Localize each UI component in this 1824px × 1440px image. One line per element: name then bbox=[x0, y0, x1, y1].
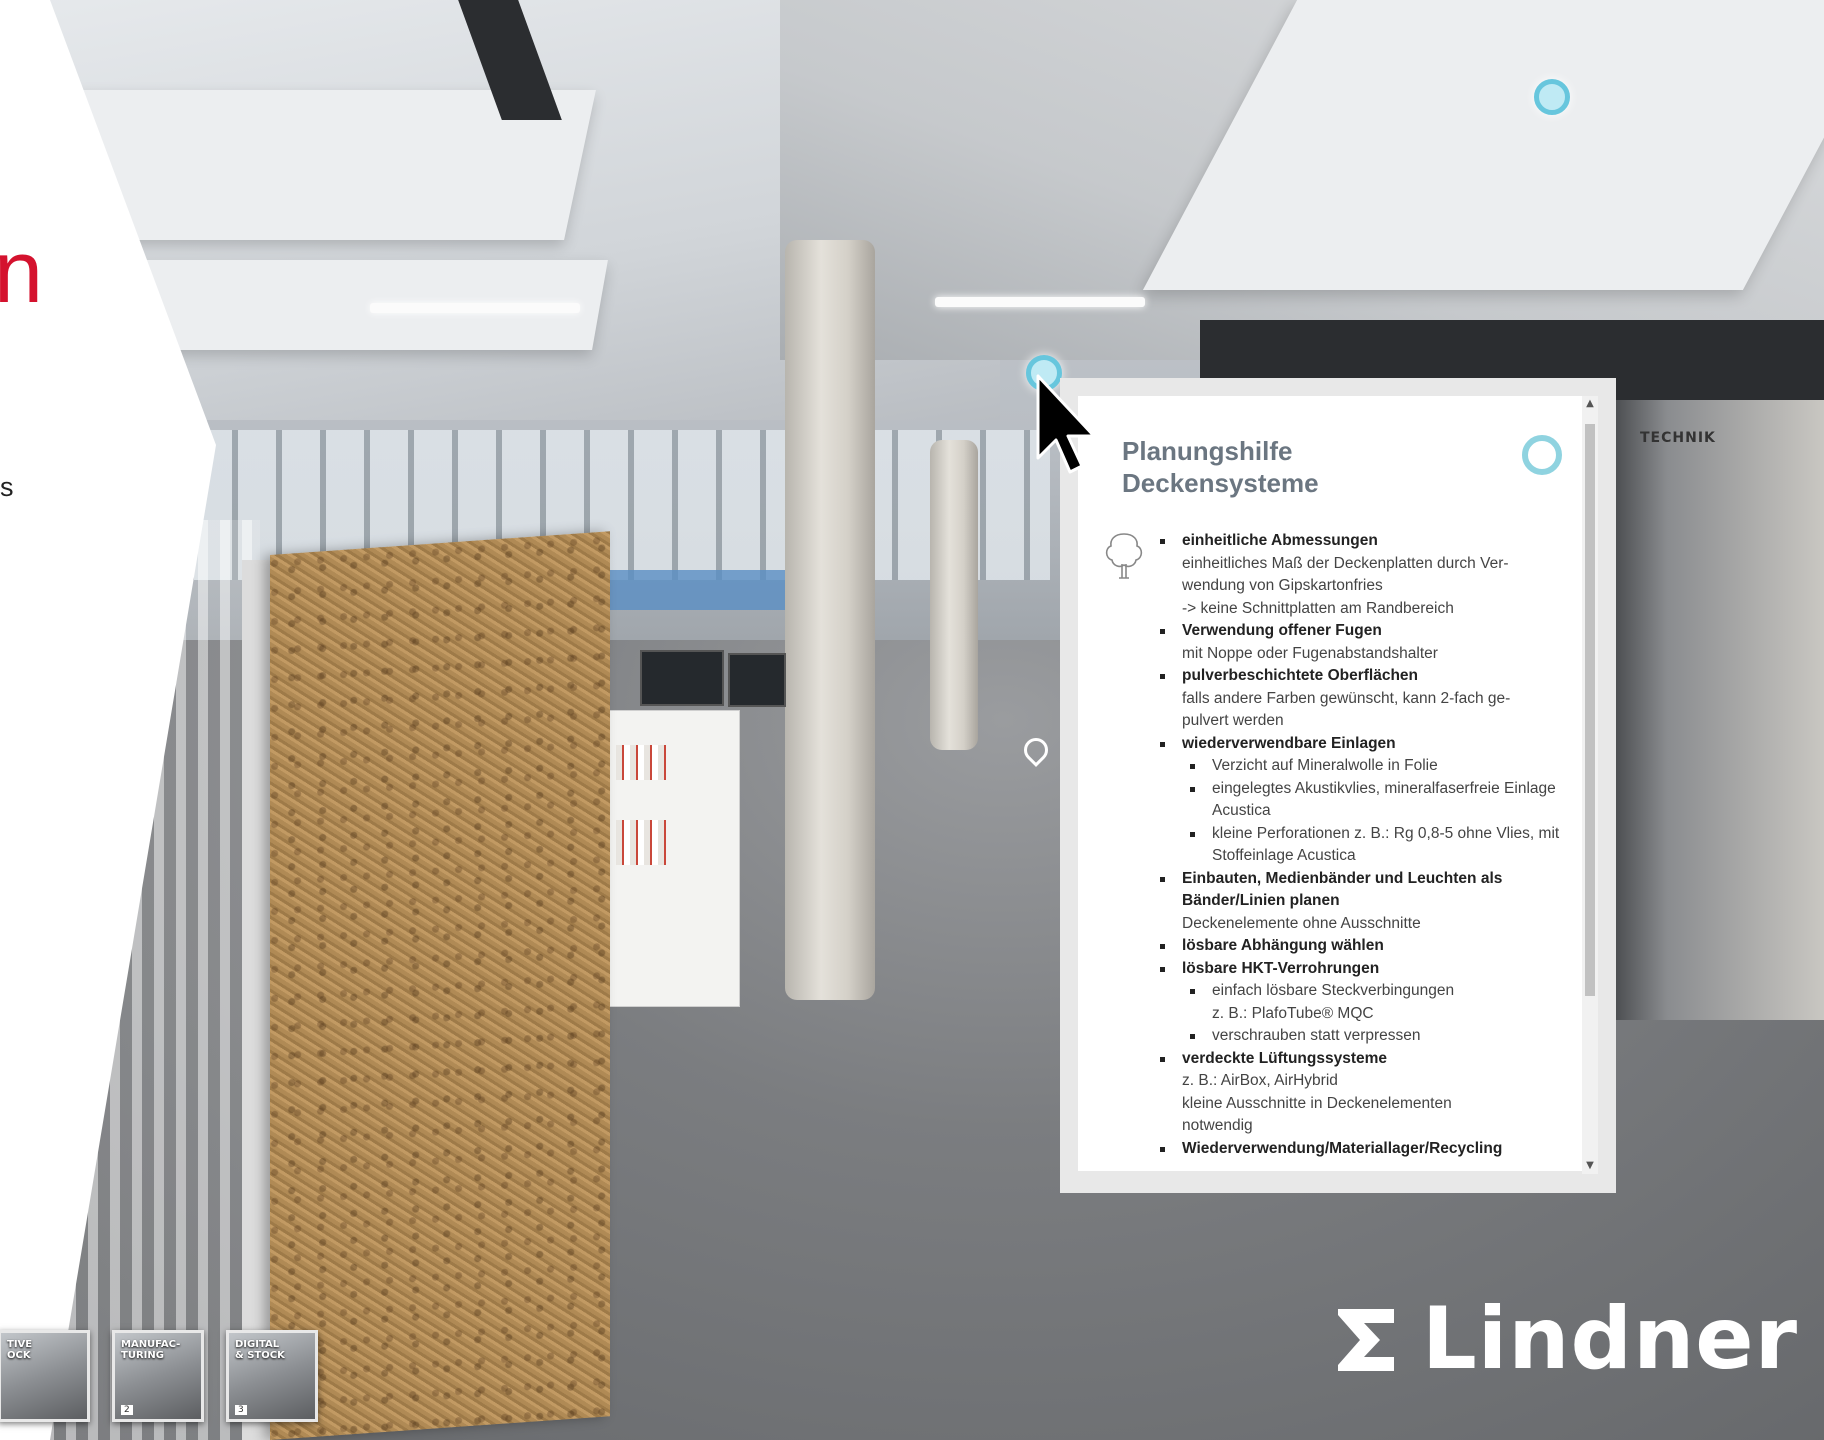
popup-scrollbar[interactable]: ▲ ▼ bbox=[1582, 396, 1598, 1174]
shelf-books bbox=[616, 745, 666, 780]
list-item: lösbare Abhängung wählen bbox=[1160, 935, 1564, 958]
intro-text: s bbox=[0, 472, 14, 502]
thumbnail-label: TIVE OCK bbox=[7, 1339, 33, 1361]
item-title: Verwendung offener Fugen bbox=[1182, 622, 1382, 639]
popup-title-line2: Deckensysteme bbox=[1122, 467, 1319, 498]
list-item: pulverbeschichtete Oberflächen falls and… bbox=[1160, 665, 1564, 733]
item-title: Einbauten, Medienbänder und Leuchten als… bbox=[1182, 869, 1503, 910]
item-title: lösbare Abhängung wählen bbox=[1182, 937, 1384, 954]
tree-icon bbox=[1105, 533, 1143, 579]
hotspot-marker[interactable] bbox=[1534, 79, 1570, 115]
lindner-logo-text: Lindner bbox=[1422, 1289, 1799, 1389]
concrete-column bbox=[930, 440, 978, 750]
lindner-logo: Lindner bbox=[1334, 1289, 1797, 1389]
item-title: wiederverwendbare Einlagen bbox=[1182, 734, 1396, 752]
popup-title-line1: Planungshilfe bbox=[1122, 436, 1293, 466]
popup-content[interactable]: Planungshilfe Deckensysteme einheitliche… bbox=[1078, 396, 1582, 1171]
item-desc: Deckenelemente ohne Ausschnitte bbox=[1182, 914, 1421, 932]
list-item: wiederverwendbare Einlagen Verzicht auf … bbox=[1160, 733, 1564, 868]
item-desc: z. B.: PlafoTube® MQC bbox=[1212, 1004, 1374, 1022]
intro-heading: n bbox=[0, 222, 43, 321]
item-title: Wiederverwendung/Materiallager/Recycling bbox=[1182, 1139, 1503, 1157]
scroll-up-icon[interactable]: ▲ bbox=[1582, 396, 1598, 412]
sub-list-item: kleine Perforationen z. B.: Rg 0,8-5 ohn… bbox=[1190, 823, 1564, 868]
item-desc: falls andere Farben gewünscht, kann 2-fa… bbox=[1182, 689, 1511, 707]
shelf-books bbox=[616, 820, 666, 865]
info-popup: Planungshilfe Deckensysteme einheitliche… bbox=[1060, 378, 1616, 1193]
room-sign: TECHNIK bbox=[1640, 430, 1716, 446]
item-title: pulverbeschichtete Oberflächen bbox=[1182, 667, 1419, 684]
circle-close-icon[interactable] bbox=[1522, 435, 1562, 475]
sub-list-item: Verzicht auf Mineralwolle in Folie bbox=[1190, 755, 1564, 778]
lindner-logo-icon bbox=[1338, 1309, 1394, 1371]
thumbnail-number: 2 bbox=[121, 1405, 133, 1415]
item-desc: wendung von Gipskartonfries bbox=[1182, 577, 1383, 594]
popup-title: Planungshilfe Deckensysteme bbox=[1122, 436, 1319, 499]
scroll-down-icon[interactable]: ▼ bbox=[1582, 1158, 1598, 1174]
ceiling-light bbox=[370, 303, 580, 313]
partition-edge bbox=[242, 560, 272, 1440]
item-desc: kleine Ausschnitte in Deckenelementen bbox=[1182, 1094, 1452, 1112]
cursor-arrow-icon bbox=[1036, 374, 1096, 474]
item-desc: einfach lösbare Steckverbingungen bbox=[1212, 982, 1455, 999]
thumbnail-number: 3 bbox=[235, 1405, 247, 1415]
monitor bbox=[640, 650, 724, 706]
monitor bbox=[728, 653, 786, 707]
item-title: verdeckte Lüftungssysteme bbox=[1182, 1049, 1388, 1067]
concrete-column bbox=[785, 240, 875, 1000]
item-desc: notwendig bbox=[1182, 1117, 1253, 1134]
list-item: einheitliche Abmessungen einheitliches M… bbox=[1160, 530, 1564, 620]
exhibition-room bbox=[1600, 400, 1824, 1020]
item-desc: pulvert werden bbox=[1182, 712, 1284, 729]
tour-thumbnail[interactable]: MANUFAC- TURING 2 bbox=[112, 1330, 204, 1422]
cork-partition bbox=[270, 531, 610, 1440]
item-desc: z. B.: AirBox, AirHybrid bbox=[1182, 1072, 1338, 1089]
thumbnail-label: DIGITAL & STOCK bbox=[235, 1339, 285, 1361]
item-title: lösbare HKT-Verrohrungen bbox=[1182, 959, 1380, 977]
item-desc: -> keine Schnittplatten am Randbereich bbox=[1182, 599, 1454, 617]
planning-checklist: einheitliche Abmessungen einheitliches M… bbox=[1154, 530, 1564, 1160]
tour-thumbnail[interactable]: TIVE OCK bbox=[0, 1330, 90, 1422]
ceiling-light bbox=[935, 297, 1145, 307]
list-item: Einbauten, Medienbänder und Leuchten als… bbox=[1160, 868, 1564, 936]
list-item: lösbare HKT-Verrohrungen einfach lösbare… bbox=[1160, 958, 1564, 1048]
list-item: Verwendung offener Fugen mit Noppe oder … bbox=[1160, 620, 1564, 665]
item-title: einheitliche Abmessungen bbox=[1182, 532, 1378, 549]
list-item: Wiederverwendung/Materiallager/Recycling bbox=[1160, 1138, 1564, 1161]
sub-list-item: einfach lösbare Steckverbingungen z. B.:… bbox=[1190, 980, 1564, 1025]
item-desc: einheitliches Maß der Deckenplatten durc… bbox=[1182, 554, 1509, 572]
thumbnail-label: MANUFAC- TURING bbox=[121, 1339, 181, 1361]
list-item: verdeckte Lüftungssysteme z. B.: AirBox,… bbox=[1160, 1048, 1564, 1138]
tour-thumbnail[interactable]: DIGITAL & STOCK 3 bbox=[226, 1330, 318, 1422]
scroll-thumb[interactable] bbox=[1585, 424, 1595, 996]
item-desc: mit Noppe oder Fugenabstandshalter bbox=[1182, 644, 1438, 662]
sub-list-item: verschrauben statt verpressen bbox=[1190, 1025, 1564, 1048]
sub-list-item: eingelegtes Akustikvlies, mineralfaserfr… bbox=[1190, 778, 1564, 823]
